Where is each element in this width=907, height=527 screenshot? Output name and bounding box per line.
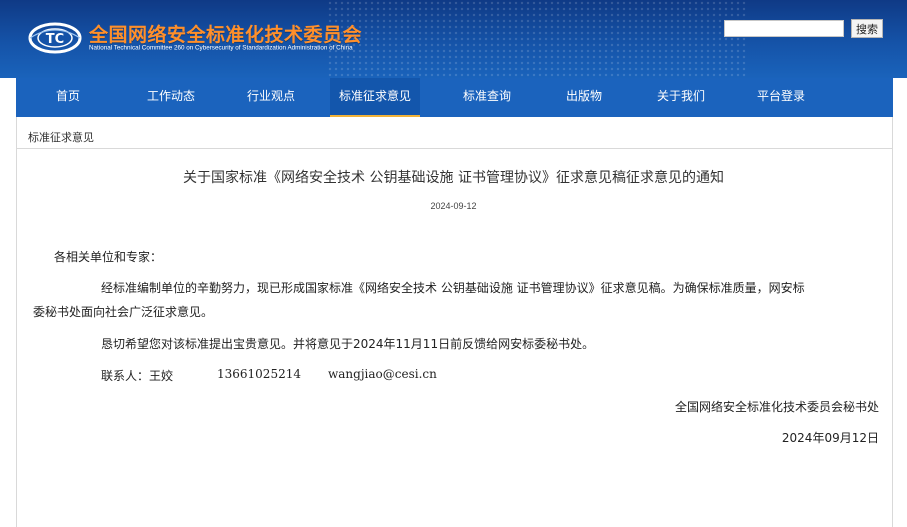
nav-item-standard-search[interactable]: 标准查询 — [440, 78, 534, 117]
contact-name: 联系人：王姣 — [101, 369, 174, 383]
site-title[interactable]: 全国网络安全标准化技术委员会 — [89, 20, 362, 47]
search-button[interactable]: 搜索 — [851, 19, 883, 38]
site-subtitle: National Technical Committee 260 on Cybe… — [89, 45, 353, 52]
nav-item-login[interactable]: 平台登录 — [736, 78, 826, 117]
breadcrumb-bar — [17, 121, 892, 149]
nav-item-publications[interactable]: 出版物 — [542, 78, 626, 117]
nav-item-standard-comments[interactable]: 标准征求意见 — [330, 78, 420, 117]
breadcrumb[interactable]: 标准征求意见 — [28, 129, 94, 145]
nav-item-opinions[interactable]: 行业观点 — [222, 78, 320, 117]
paragraph-1-line-1: 经标准编制单位的辛勤努力，现已形成国家标准《网络安全技术 公钥基础设施 证书管理… — [101, 281, 805, 295]
signature: 全国网络安全标准化技术委员会秘书处 — [674, 400, 879, 414]
greeting: 各相关单位和专家： — [54, 250, 163, 264]
article-title: 关于国家标准《网络安全技术 公钥基础设施 证书管理协议》征求意见稿征求意见的通知 — [183, 170, 724, 186]
nav-item-news[interactable]: 工作动态 — [120, 78, 222, 117]
paragraph-2: 恳切希望您对该标准提出宝贵意见。并将意见于2024年11月11日前反馈给网安标委… — [101, 337, 595, 351]
contact-email[interactable]: wangjiao@cesi.cn — [328, 367, 437, 381]
nav-item-home[interactable]: 首页 — [16, 78, 120, 117]
contact-phone: 13661025214 — [217, 367, 301, 381]
nav-item-about[interactable]: 关于我们 — [636, 78, 726, 117]
tc-logo-icon[interactable]: TC — [28, 20, 84, 56]
article-date: 2024-09-12 — [430, 201, 477, 211]
signature-date: 2024年09月12日 — [781, 431, 879, 445]
logo-text: TC — [46, 32, 64, 47]
main-nav: 首页 工作动态 行业观点 标准征求意见 标准查询 出版物 关于我们 平台登录 — [16, 78, 893, 117]
search-input[interactable] — [724, 20, 844, 37]
world-map-decoration — [327, 0, 747, 78]
paragraph-1-line-2: 委秘书处面向社会广泛征求意见。 — [33, 305, 214, 319]
